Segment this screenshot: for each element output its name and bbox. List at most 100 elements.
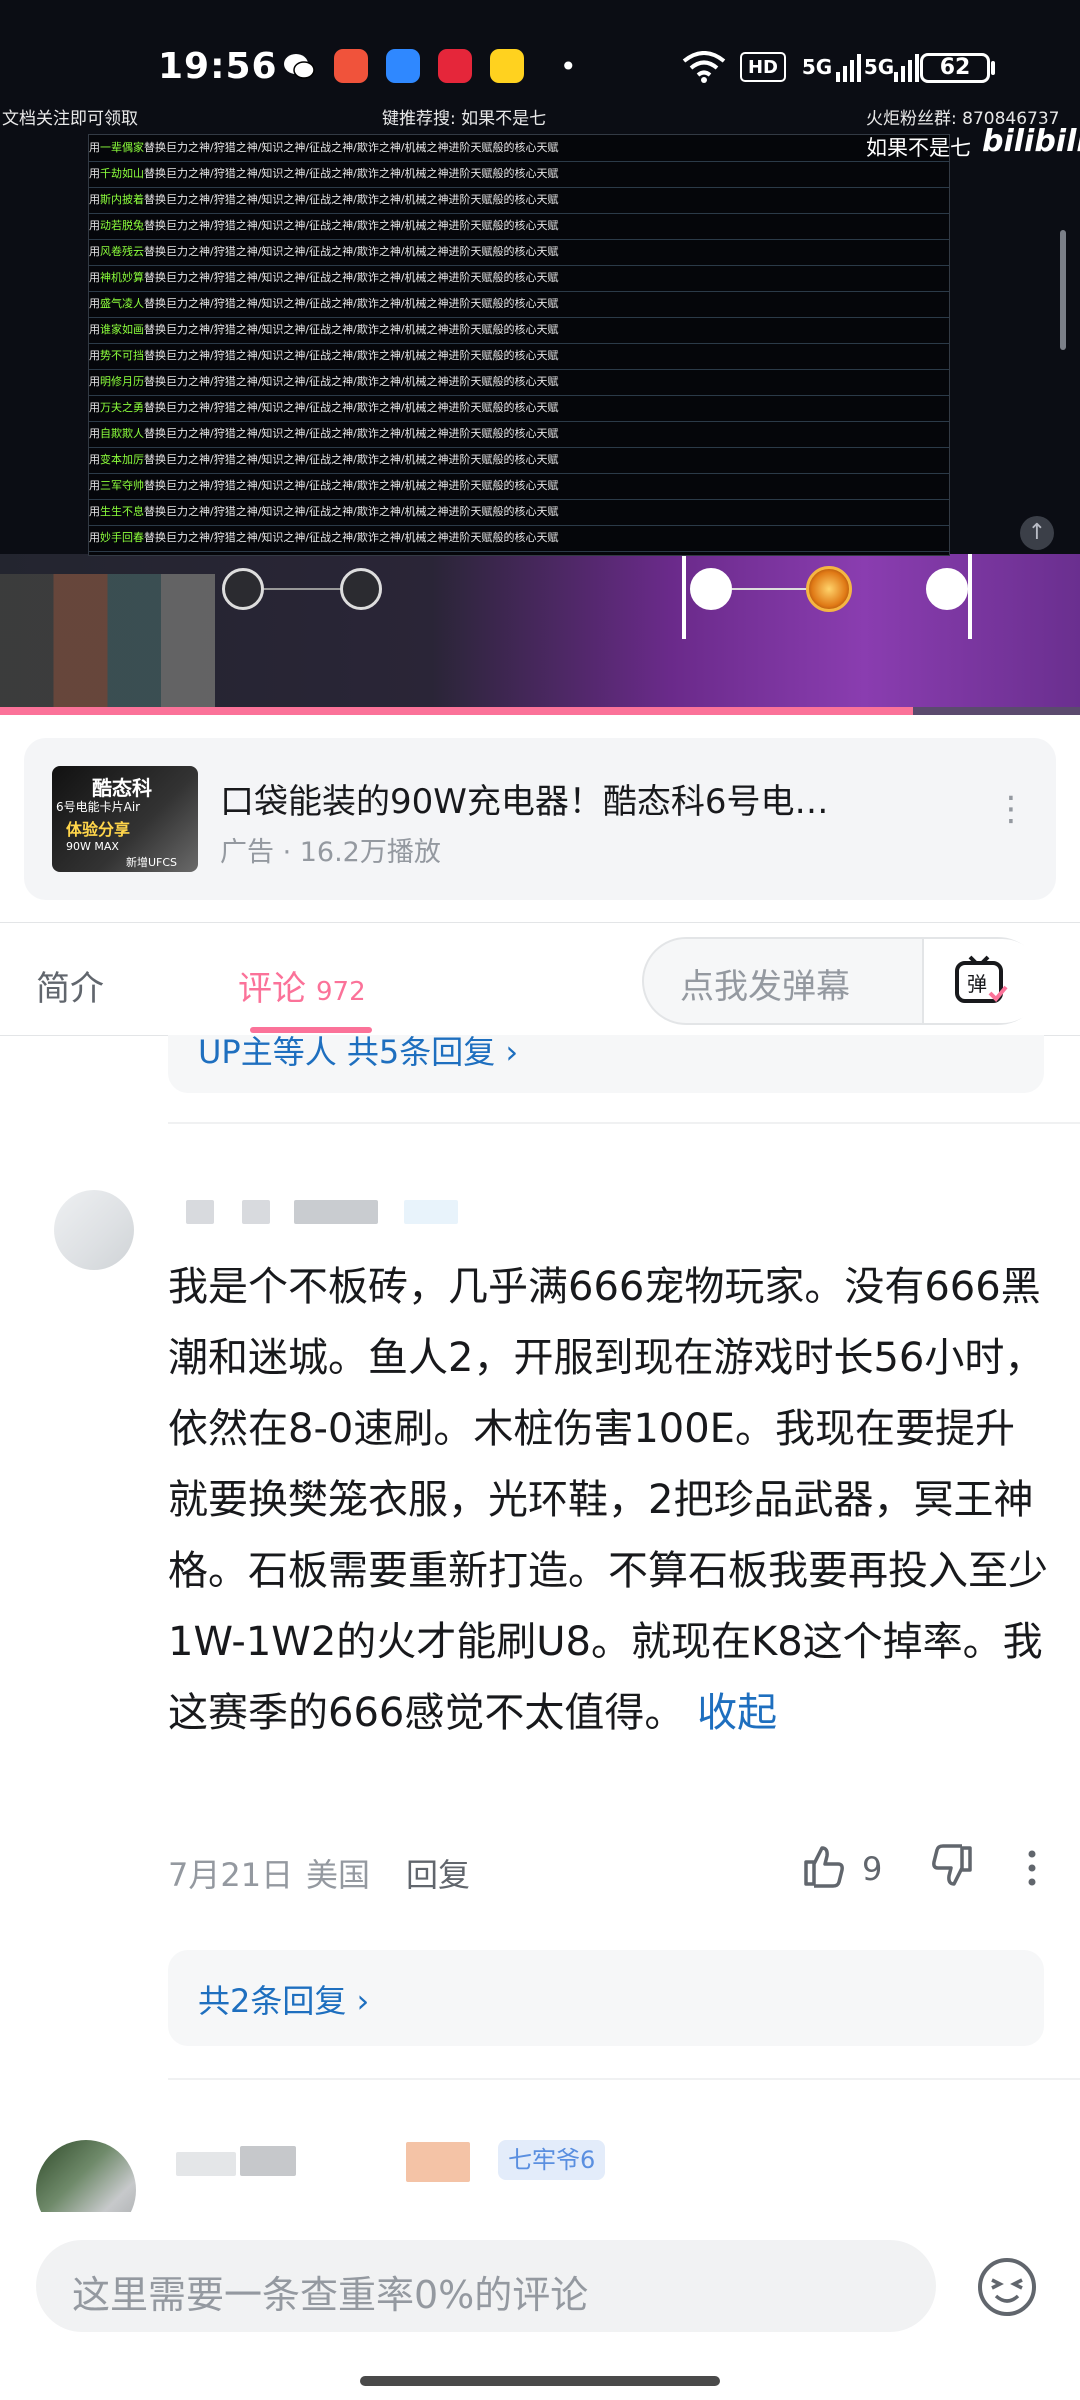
reply-button[interactable]: 回复 [406, 1850, 470, 1896]
wechat-icon [282, 49, 316, 83]
thumbs-down-icon[interactable] [928, 1842, 976, 1890]
video-list-row: 用生生不息替换巨力之神/狩猎之神/知识之神/征战之神/欺诈之神/机械之神进阶天赋… [89, 499, 949, 526]
comment-content: 我是个不板砖，几乎满666宠物玩家。没有666黑潮和迷城。鱼人2，开服到现在游戏… [168, 1252, 1048, 1749]
signal-bars-icon [836, 54, 862, 82]
comment-date: 7月21日 [168, 1856, 294, 1894]
tab-intro[interactable]: 简介 [36, 961, 104, 1010]
divider [168, 1122, 1080, 1124]
status-bar: 19:56 • HD 5G 5G 62 [0, 0, 1080, 120]
ad-thumbnail: 酷态科 6号电能卡片Air 体验分享 90W MAX 新增UFCS [52, 766, 198, 872]
battery-tip [991, 61, 995, 75]
home-indicator[interactable] [360, 2376, 720, 2386]
row-name: 自欺欺人 [100, 427, 144, 440]
row-name: 明修月历 [100, 375, 144, 388]
emoji-icon[interactable] [976, 2256, 1038, 2318]
skill-link [264, 588, 340, 590]
ad-meta: 广告 · 16.2万播放 [220, 837, 441, 868]
danmaku-input[interactable]: 点我发弹幕 弹 [642, 937, 1044, 1025]
replies-box[interactable]: 共2条回复 › [168, 1950, 1044, 2046]
row-text: 替换巨力之神/狩猎之神/知识之神/征战之神/欺诈之神/机械之神进阶天赋般的核心天… [144, 453, 559, 466]
tab-comments[interactable]: 评论 972 [238, 961, 366, 1010]
row-name: 动若脱兔 [100, 219, 144, 232]
skill-node-active [806, 566, 852, 612]
row-name: 三军夺帅 [100, 479, 144, 492]
collapse-link[interactable]: 收起 [697, 1690, 777, 1736]
row-prefix: 用 [89, 271, 100, 284]
signal-5g-1: 5G [801, 55, 833, 79]
video-player[interactable]: 用一辈偶家替换巨力之神/狩猎之神/知识之神/征战之神/欺诈之神/机械之神进阶天赋… [0, 0, 1080, 715]
ad-thumb-title: 酷态科 [92, 776, 152, 800]
mosaic-overlay [0, 574, 215, 709]
skill-node [926, 568, 968, 610]
thumbs-up-icon[interactable] [800, 1842, 848, 1890]
skill-beam [968, 554, 972, 639]
video-list-row: 用千劫如山替换巨力之神/狩猎之神/知识之神/征战之神/欺诈之神/机械之神进阶天赋… [89, 161, 949, 188]
row-text: 替换巨力之神/狩猎之神/知识之神/征战之神/欺诈之神/机械之神进阶天赋般的核心天… [144, 427, 559, 440]
tab-active-indicator [250, 1027, 372, 1033]
danmaku-toggle-button[interactable]: 弹 [922, 939, 1044, 1023]
video-progress-bar[interactable] [0, 707, 1080, 715]
comment-input[interactable]: 这里需要一条查重率0%的评论 [36, 2240, 936, 2332]
hd-icon: HD [740, 52, 786, 82]
divider [168, 2078, 1080, 2080]
replies-link[interactable]: 共2条回复 › [198, 1976, 369, 2022]
avatar[interactable] [54, 1190, 134, 1270]
video-list-row: 用神机妙算替换巨力之神/狩猎之神/知识之神/征战之神/欺诈之神/机械之神进阶天赋… [89, 265, 949, 292]
row-name: 神机妙算 [100, 271, 144, 284]
row-prefix: 用 [89, 401, 100, 414]
row-name: 一辈偶家 [100, 141, 144, 154]
signal-5g-2: 5G [863, 55, 895, 79]
app-icon-red [334, 49, 368, 83]
video-list-row: 用自欺欺人替换巨力之神/狩猎之神/知识之神/征战之神/欺诈之神/机械之神进阶天赋… [89, 421, 949, 448]
video-list-row: 用势不可挡替换巨力之神/狩猎之神/知识之神/征战之神/欺诈之神/机械之神进阶天赋… [89, 343, 949, 370]
app-icon-yellow [490, 49, 524, 83]
video-list-row: 用三军夺帅替换巨力之神/狩猎之神/知识之神/征战之神/欺诈之神/机械之神进阶天赋… [89, 473, 949, 500]
app-icon-heart [438, 49, 472, 83]
row-text: 替换巨力之神/狩猎之神/知识之神/征战之神/欺诈之神/机械之神进阶天赋般的核心天… [144, 219, 559, 232]
row-name: 妙手回春 [100, 531, 144, 544]
row-text: 替换巨力之神/狩猎之神/知识之神/征战之神/欺诈之神/机械之神进阶天赋般的核心天… [144, 323, 559, 336]
video-content-list: 用一辈偶家替换巨力之神/狩猎之神/知识之神/征战之神/欺诈之神/机械之神进阶天赋… [88, 134, 950, 556]
watermark-uploader: 如果不是七 [866, 136, 971, 160]
row-prefix: 用 [89, 167, 100, 180]
row-prefix: 用 [89, 245, 100, 258]
ad-thumb-line: 6号电能卡片Air [56, 800, 141, 814]
row-prefix: 用 [89, 453, 100, 466]
app-icon-blue [386, 49, 420, 83]
skill-link [732, 588, 808, 590]
ad-card[interactable]: 酷态科 6号电能卡片Air 体验分享 90W MAX 新增UFCS 口袋能装的9… [24, 738, 1056, 900]
video-list-row: 用一辈偶家替换巨力之神/狩猎之神/知识之神/征战之神/欺诈之神/机械之神进阶天赋… [89, 135, 949, 162]
row-name: 变本加厉 [100, 453, 144, 466]
scroll-up-icon[interactable]: ↑ [1020, 516, 1054, 550]
video-list-row: 用谁家如画替换巨力之神/狩猎之神/知识之神/征战之神/欺诈之神/机械之神进阶天赋… [89, 317, 949, 344]
row-name: 盛气凌人 [100, 297, 144, 310]
row-name: 千劫如山 [100, 167, 144, 180]
like-count: 9 [862, 1850, 883, 1888]
ad-title[interactable]: 口袋能装的90W充电器！酷态科6号电… [220, 774, 920, 823]
skill-node [340, 568, 382, 610]
video-list-row: 用风卷残云替换巨力之神/狩猎之神/知识之神/征战之神/欺诈之神/机械之神进阶天赋… [89, 239, 949, 266]
more-options-icon[interactable]: ⋮ [994, 792, 1028, 826]
video-list-row: 用斯内披着替换巨力之神/狩猎之神/知识之神/征战之神/欺诈之神/机械之神进阶天赋… [89, 187, 949, 214]
row-prefix: 用 [89, 375, 100, 388]
previous-replies-box[interactable]: UP主等人 共5条回复 › [168, 1035, 1044, 1093]
row-text: 替换巨力之神/狩猎之神/知识之神/征战之神/欺诈之神/机械之神进阶天赋般的核心天… [144, 349, 559, 362]
row-name: 风卷残云 [100, 245, 144, 258]
ad-thumb-line: 90W MAX [66, 840, 119, 853]
video-list-row: 用变本加厉替换巨力之神/狩猎之神/知识之神/征战之神/欺诈之神/机械之神进阶天赋… [89, 447, 949, 474]
skill-node [222, 568, 264, 610]
previous-replies-link[interactable]: UP主等人 共5条回复 › [198, 1035, 518, 1073]
video-list-row: 用动若脱兔替换巨力之神/狩猎之神/知识之神/征战之神/欺诈之神/机械之神进阶天赋… [89, 213, 949, 240]
skill-node [690, 568, 732, 610]
comment-region: 美国 [306, 1856, 371, 1894]
comment-more-icon[interactable] [1022, 1846, 1042, 1890]
row-text: 替换巨力之神/狩猎之神/知识之神/征战之神/欺诈之神/机械之神进阶天赋般的核心天… [144, 271, 559, 284]
svg-text:弹: 弹 [967, 972, 987, 996]
row-prefix: 用 [89, 193, 100, 206]
row-text: 替换巨力之神/狩猎之神/知识之神/征战之神/欺诈之神/机械之神进阶天赋般的核心天… [144, 193, 559, 206]
row-prefix: 用 [89, 219, 100, 232]
danmaku-icon: 弹 [955, 955, 1008, 1003]
row-name: 势不可挡 [100, 349, 144, 362]
row-name: 生生不息 [100, 505, 144, 518]
video-scrollbar [1060, 230, 1066, 350]
